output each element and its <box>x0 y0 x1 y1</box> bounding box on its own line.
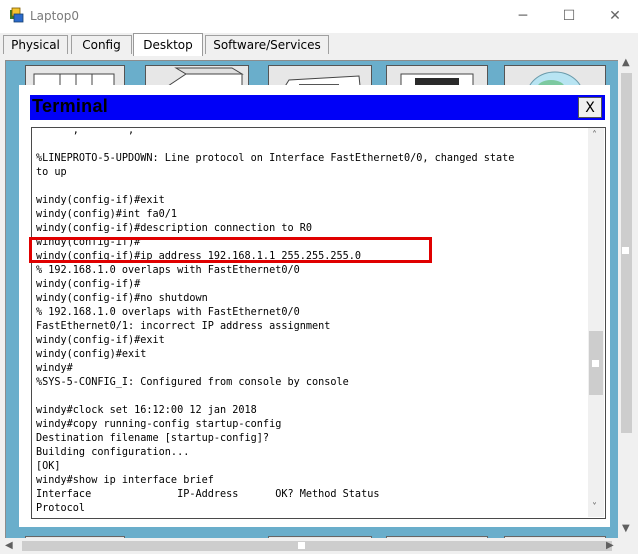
scrollbar-grip <box>298 542 305 549</box>
terminal-line: windy#show ip interface brief <box>36 475 214 486</box>
window-title: Laptop0 <box>30 9 79 23</box>
terminal-line: windy(config-if)#exit <box>36 335 165 346</box>
terminal-text: , , %LINEPROTO-5-UPDOWN: Line protocol o… <box>36 127 584 516</box>
tab-config[interactable]: Config <box>71 35 132 54</box>
terminal-line: windy(config-if)# <box>36 279 141 290</box>
highlight-annotation-box <box>29 237 432 263</box>
terminal-output[interactable]: , , %LINEPROTO-5-UPDOWN: Line protocol o… <box>31 127 606 519</box>
terminal-line: [OK] <box>36 461 61 472</box>
terminal-line: %SYS-5-CONFIG_I: Configured from console… <box>36 377 349 388</box>
close-icon: ✕ <box>609 8 621 24</box>
terminal-line: Interface IP-Address OK? Method Status <box>36 489 380 500</box>
desktop-horizontal-scrollbar[interactable]: ◀ ▶ <box>0 538 620 554</box>
desktop-vertical-scrollbar[interactable]: ▲ ▼ <box>618 55 635 538</box>
scroll-up-icon[interactable]: ▲ <box>622 57 630 68</box>
terminal-vertical-scrollbar[interactable]: ˄ ˅ <box>588 128 604 517</box>
tab-desktop[interactable]: Desktop <box>133 33 203 56</box>
tab-software-services[interactable]: Software/Services <box>205 35 329 54</box>
scrollbar-grip <box>622 247 629 254</box>
terminal-line: windy#copy running-config startup-config <box>36 419 282 430</box>
tab-bar: Physical Config Desktop Software/Service… <box>0 33 638 56</box>
scrollbar-thumb[interactable] <box>22 541 612 551</box>
terminal-line: Building configuration... <box>36 447 190 458</box>
terminal-close-button[interactable]: X <box>578 97 602 118</box>
terminal-line: windy#clock set 16:12:00 12 jan 2018 <box>36 405 257 416</box>
terminal-line: windy(config-if)#exit <box>36 195 165 206</box>
terminal-titlebar: Terminal X <box>30 95 605 120</box>
terminal-title: Terminal <box>32 96 109 116</box>
chevron-down-icon[interactable]: ˅ <box>592 502 597 513</box>
terminal-line: % 192.168.1.0 overlaps with FastEthernet… <box>36 265 300 276</box>
tab-physical[interactable]: Physical <box>3 35 68 54</box>
scroll-left-icon[interactable]: ◀ <box>5 540 13 551</box>
window-titlebar: Laptop0 ─ ☐ ✕ <box>0 0 638 32</box>
terminal-line: % 192.168.1.0 overlaps with FastEthernet… <box>36 307 300 318</box>
scrollbar-grip <box>592 360 599 367</box>
chevron-up-icon[interactable]: ˄ <box>592 130 597 141</box>
minimize-button[interactable]: ─ <box>500 0 546 32</box>
close-button[interactable]: ✕ <box>592 0 638 32</box>
terminal-line: , , <box>36 127 355 136</box>
terminal-line: %LINEPROTO-5-UPDOWN: Line protocol on In… <box>36 153 515 164</box>
maximize-icon: ☐ <box>562 8 576 24</box>
maximize-button[interactable]: ☐ <box>546 0 592 32</box>
scroll-down-icon[interactable]: ▼ <box>622 523 630 534</box>
terminal-line: to up <box>36 167 67 178</box>
terminal-window: Terminal X , , %LINEPROTO-5-UPDOWN: Line… <box>19 85 610 527</box>
minimize-icon: ─ <box>518 8 528 24</box>
terminal-line: windy# <box>36 363 73 374</box>
laptop-app-icon <box>10 7 24 23</box>
terminal-line: Destination filename [startup-config]? <box>36 433 270 444</box>
terminal-line: FastEthernet0/1: incorrect IP address as… <box>36 321 331 332</box>
terminal-line: windy(config)#exit <box>36 349 147 360</box>
scroll-right-icon[interactable]: ▶ <box>606 540 614 551</box>
terminal-line: Protocol <box>36 503 86 514</box>
terminal-line: windy(config-if)#no shutdown <box>36 293 208 304</box>
terminal-line: windy(config-if)#description connection … <box>36 223 313 234</box>
terminal-line: windy(config)#int fa0/1 <box>36 209 178 220</box>
